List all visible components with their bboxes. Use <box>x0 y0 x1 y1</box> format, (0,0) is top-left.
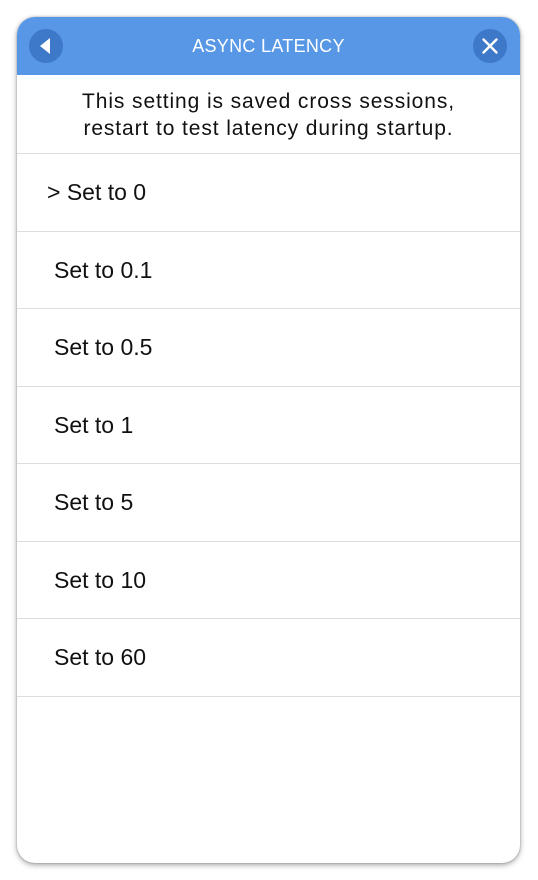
option-set-to-60[interactable]: Set to 60 <box>17 619 520 697</box>
option-set-to-0-5[interactable]: Set to 0.5 <box>17 309 520 387</box>
async-latency-dialog: ASYNC LATENCY This setting is saved cros… <box>17 17 520 863</box>
option-label: Set to 1 <box>54 411 134 438</box>
option-set-to-10[interactable]: Set to 10 <box>17 542 520 619</box>
option-label: Set to 5 <box>54 489 134 515</box>
option-label: Set to 0.5 <box>54 334 153 360</box>
close-button[interactable] <box>473 29 507 63</box>
option-label: Set to 10 <box>54 566 147 593</box>
description-line: restart to test latency during startup. <box>83 117 454 140</box>
latency-options-list: > Set to 0 Set to 0.1 Set to 0.5 Set to … <box>17 154 520 697</box>
option-set-to-1[interactable]: Set to 1 <box>17 387 520 464</box>
option-label: Set to 0.1 <box>54 256 153 283</box>
description-line: This setting is saved cross sessions, <box>82 90 455 113</box>
option-set-to-0[interactable]: > Set to 0 <box>17 154 520 232</box>
dialog-description: This setting is saved cross sessions, re… <box>17 75 520 154</box>
close-icon <box>482 38 498 54</box>
option-set-to-5[interactable]: Set to 5 <box>17 464 520 542</box>
dialog-header: ASYNC LATENCY <box>17 17 520 75</box>
dialog-title: ASYNC LATENCY <box>192 36 345 56</box>
option-label: Set to 60 <box>54 644 147 670</box>
option-label: > Set to 0 <box>47 179 147 205</box>
option-set-to-0-1[interactable]: Set to 0.1 <box>17 232 520 309</box>
